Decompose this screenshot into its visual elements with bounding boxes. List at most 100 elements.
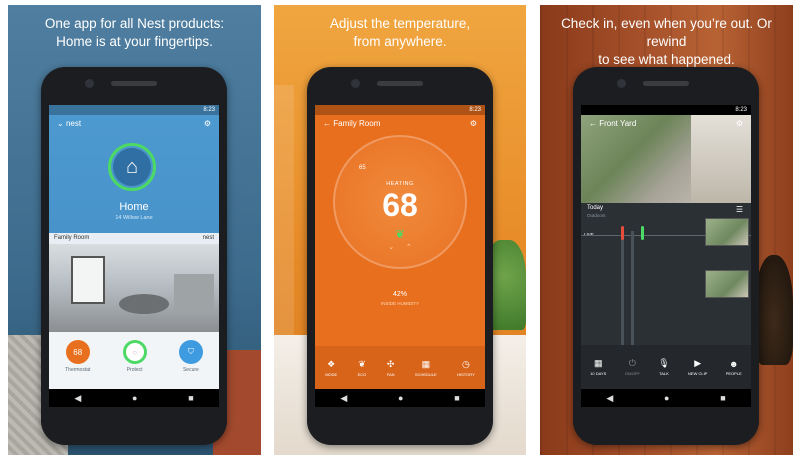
window-image: [71, 256, 105, 304]
status-time: 8:23: [735, 107, 747, 113]
clip-icon: ▶: [694, 358, 702, 368]
front-camera: [85, 79, 94, 88]
timeline-day: Today: [587, 205, 604, 211]
toolbar-label: ECO: [357, 371, 367, 377]
back-icon[interactable]: ◀: [606, 393, 613, 404]
list-icon[interactable]: ☰: [736, 205, 743, 214]
chevron-down-icon: ⌄: [57, 119, 64, 128]
status-bar: 8:23: [315, 105, 485, 115]
timeline-track: [621, 231, 624, 361]
toolbar-label: NEW CLIP: [688, 371, 708, 376]
camera-header: Family Room nest: [49, 233, 219, 244]
front-camera: [617, 79, 626, 88]
android-nav-bar: ◀ ● ■: [315, 389, 485, 407]
status-time: 8:23: [203, 107, 215, 113]
house-icon: ⌂: [125, 155, 139, 178]
schedule-button[interactable]: ▦ SCHEDULE: [415, 359, 437, 377]
camera-toolbar: ▦ 10 DAYS ⏻ ON/OFF 🎙 TALK ▶ NEW CLIP ☻ PEOPLE: [581, 345, 751, 389]
caption-line: Home is at your fingertips.: [56, 34, 213, 49]
device-label: Secure: [182, 367, 199, 373]
history-button[interactable]: ◷ HISTORY: [457, 359, 475, 377]
protect-icon: ○: [132, 347, 138, 357]
home-icon[interactable]: ●: [132, 393, 137, 403]
target-temperature: 68: [382, 187, 418, 223]
toolbar-label: 10 DAYS: [590, 371, 607, 376]
recents-icon[interactable]: ■: [720, 393, 725, 403]
leaf-icon: ❦: [358, 358, 366, 369]
recents-icon[interactable]: ■: [454, 393, 459, 403]
chevron-up-icon[interactable]: ⌃: [406, 244, 412, 251]
recents-icon[interactable]: ■: [188, 393, 193, 403]
panel-home: One app for all Nest products: Home is a…: [8, 5, 261, 455]
panel-caption: Adjust the temperature, from anywhere.: [274, 15, 526, 51]
eco-button[interactable]: ❦ ECO: [358, 359, 367, 377]
nest-logo: nest: [65, 119, 82, 128]
talk-button[interactable]: 🎙 TALK: [658, 358, 669, 376]
sofa-image: [174, 274, 214, 314]
settings-gear-icon[interactable]: ⚙: [204, 119, 211, 128]
fan-button[interactable]: ✣ FAN: [387, 359, 395, 377]
phone: 8:23 ← Front Yard ⚙ Today Outdoors ☰ LIV…: [573, 67, 759, 445]
people-button[interactable]: ☻ PEOPLE: [726, 359, 742, 376]
toolbar-label: ON/OFF: [624, 371, 640, 376]
phone: 8:23 ⌄ nest ⚙ ⌂ Home 14 Willow Lane Fami…: [41, 67, 227, 445]
home-title: Home: [119, 201, 149, 213]
on-off-button[interactable]: ⏻ ON/OFF: [625, 358, 640, 376]
toolbar-label: TALK: [659, 371, 669, 376]
panel-caption: Check in, even when you’re out. Or rewin…: [540, 15, 793, 69]
clip-thumbnail[interactable]: [705, 270, 749, 298]
settings-gear-icon[interactable]: ⚙: [470, 119, 477, 128]
android-nav-bar: ◀ ● ■: [49, 389, 219, 407]
new-clip-button[interactable]: ▶ NEW CLIP: [688, 358, 707, 376]
panel-camera: Check in, even when you’re out. Or rewin…: [540, 5, 793, 455]
timeline-track: [631, 231, 634, 361]
toolbar-label: SCHEDULE: [414, 371, 437, 377]
home-address: 14 Willow Lane: [115, 215, 153, 221]
back-arrow-icon[interactable]: ←: [323, 119, 331, 128]
camera-preview[interactable]: [49, 244, 219, 332]
status-bar: 8:23: [581, 105, 751, 115]
fan-icon: ✣: [386, 358, 395, 369]
home-status-button[interactable]: ⌂: [108, 143, 156, 191]
camera-title: Front Yard: [599, 119, 637, 128]
settings-gear-icon[interactable]: ⚙: [736, 119, 743, 128]
humidity-value: 42%: [392, 291, 407, 298]
device-label: Thermostat: [65, 367, 91, 373]
clip-thumbnail[interactable]: [705, 218, 749, 246]
event-marker-red[interactable]: [621, 226, 624, 240]
device-bar: 68 Thermostat ○ Protect ⛉ Secure: [49, 332, 219, 397]
event-marker-green[interactable]: [641, 226, 644, 240]
thermostat-toolbar: ❖ MODE ❦ ECO ✣ FAN ▦ SCHEDULE ◷ HISTORY: [315, 346, 485, 389]
speaker-grille: [111, 81, 157, 86]
caption-line: Adjust the temperature,: [329, 16, 471, 31]
ten-days-button[interactable]: ▦ 10 DAYS: [590, 358, 606, 376]
status-bar: 8:23: [49, 105, 219, 115]
caption-line: Check in, even when you’re out. Or rewin…: [561, 16, 772, 49]
speaker-grille: [377, 81, 423, 86]
chevron-down-icon[interactable]: ⌄: [388, 244, 394, 251]
table-image: [119, 294, 169, 314]
phone-screen: 8:23 ← Family Room ⚙ 65 HEATING 68 ❦ ⌄ ⌃…: [315, 105, 485, 407]
toolbar-label: PEOPLE: [725, 370, 742, 376]
back-icon[interactable]: ◀: [74, 393, 81, 404]
device-label: Protect: [126, 367, 143, 373]
phone: 8:23 ← Family Room ⚙ 65 HEATING 68 ❦ ⌄ ⌃…: [307, 67, 493, 445]
people-icon: ☻: [729, 358, 739, 369]
vase-decoration: [755, 255, 793, 365]
home-icon[interactable]: ●: [398, 393, 403, 403]
timeline-location: Outdoors: [587, 213, 606, 218]
back-arrow-icon[interactable]: ←: [589, 119, 597, 128]
calendar-icon: ▦: [594, 358, 603, 368]
caption-line: One app for all Nest products:: [44, 16, 225, 31]
toolbar-label: HISTORY: [457, 371, 475, 377]
calendar-icon: ▦: [421, 358, 431, 369]
home-dropdown[interactable]: ⌄ nest: [57, 119, 81, 128]
camera-brand-label: nest: [202, 235, 214, 241]
thermostat-dial[interactable]: 65 HEATING 68 ❦ ⌄ ⌃: [333, 135, 467, 269]
microphone-icon: 🎙: [658, 358, 670, 368]
speaker-grille: [643, 81, 689, 86]
home-icon[interactable]: ●: [664, 393, 669, 403]
back-icon[interactable]: ◀: [340, 393, 347, 404]
mode-button[interactable]: ❖ MODE: [325, 359, 337, 377]
caption-line: from anywhere.: [353, 34, 447, 49]
